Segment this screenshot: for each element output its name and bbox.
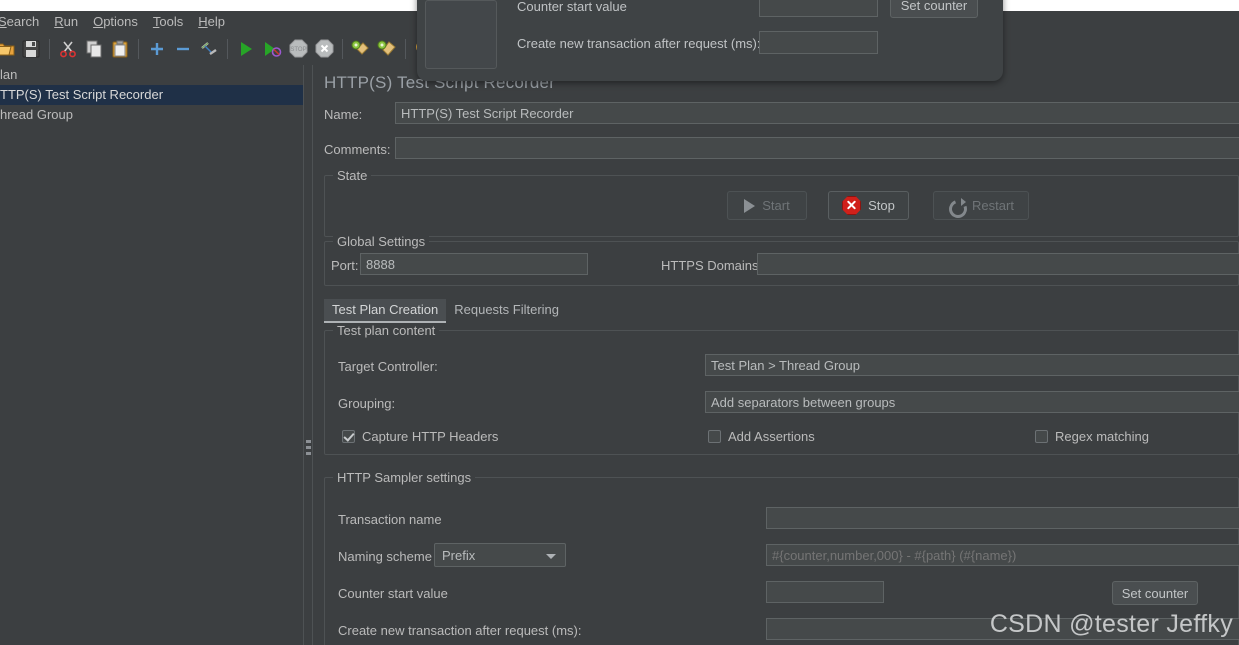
- expand-all-icon[interactable]: [144, 36, 170, 62]
- stop-octagon-icon: [842, 196, 862, 215]
- stop-icon[interactable]: STOP: [285, 36, 311, 62]
- port-input[interactable]: [360, 253, 588, 275]
- port-label: Port:: [331, 258, 359, 273]
- popup-create-new-transaction-label: Create new transaction after request (ms…: [517, 36, 761, 51]
- menu-label-tools: ools: [159, 14, 184, 29]
- tab-requests-filtering[interactable]: Requests Filtering: [446, 299, 567, 323]
- paste-icon[interactable]: [107, 36, 133, 62]
- toolbar-separator: [342, 38, 343, 59]
- start-button[interactable]: Start: [727, 191, 807, 220]
- menu-item-search[interactable]: Search: [0, 12, 47, 31]
- checkbox-box: [1035, 430, 1048, 443]
- toolbar-separator: [227, 38, 228, 59]
- floating-recorder-popup: Counter start value Set counter Create n…: [417, 0, 1003, 81]
- naming-scheme-label: Naming scheme: [338, 549, 432, 564]
- tab-test-plan-creation[interactable]: Test Plan Creation: [324, 299, 447, 323]
- test-plan-tree: lan TTP(S) Test Script Recorder hread Gr…: [0, 65, 303, 645]
- create-new-transaction-input[interactable]: [766, 618, 1239, 640]
- tree-item-test-plan[interactable]: lan: [0, 65, 303, 85]
- global-settings-group-title: Global Settings: [333, 234, 430, 249]
- save-icon[interactable]: [18, 36, 44, 62]
- naming-scheme-value: Prefix: [442, 547, 476, 563]
- menu-label-help: elp: [207, 14, 225, 29]
- splitter-grip: [306, 440, 311, 458]
- http-sampler-settings-group-title: HTTP Sampler settings: [333, 470, 476, 485]
- popup-counter-start-value-label: Counter start value: [517, 0, 627, 14]
- clear-icon[interactable]: [348, 36, 374, 62]
- comments-input[interactable]: [395, 137, 1239, 159]
- copy-icon[interactable]: [81, 36, 107, 62]
- restart-button-label: Restart: [972, 198, 1014, 213]
- test-plan-content-group-title: Test plan content: [333, 323, 440, 338]
- menu-item-run[interactable]: Run: [47, 12, 86, 31]
- popup-counter-start-value-input[interactable]: [759, 0, 878, 17]
- add-assertions-label: Add Assertions: [728, 429, 815, 444]
- menu-item-tools[interactable]: Tools: [146, 12, 191, 31]
- svg-text:STOP: STOP: [290, 47, 306, 53]
- target-controller-input[interactable]: [705, 354, 1239, 376]
- menu-label-search: earch: [6, 14, 40, 29]
- stop-button-label: Stop: [868, 198, 895, 213]
- menu-item-options[interactable]: Options: [86, 12, 146, 31]
- tree-item-http-test-script-recorder[interactable]: TTP(S) Test Script Recorder: [0, 85, 303, 105]
- regex-matching-label: Regex matching: [1055, 429, 1149, 444]
- https-domains-input[interactable]: [757, 253, 1239, 275]
- toolbar-separator: [138, 38, 139, 59]
- recorder-tabs: Test Plan Creation Requests Filtering: [324, 299, 1239, 323]
- counter-start-value-input[interactable]: [766, 581, 884, 603]
- start-button-label: Start: [762, 198, 790, 213]
- naming-pattern-input[interactable]: [766, 544, 1239, 566]
- name-input[interactable]: [395, 102, 1239, 124]
- jmeter-window: Search Run Options Tools Help STOP lan T…: [0, 0, 1239, 645]
- menu-label-run: un: [63, 14, 79, 29]
- menu-item-help[interactable]: Help: [191, 12, 233, 31]
- transaction-name-input[interactable]: [766, 507, 1239, 529]
- stop-button[interactable]: Stop: [828, 191, 909, 220]
- restart-button[interactable]: Restart: [933, 191, 1029, 220]
- popup-create-new-transaction-input[interactable]: [759, 31, 878, 54]
- toolbar-separator: [405, 38, 406, 59]
- grouping-label: Grouping:: [338, 396, 396, 411]
- toolbar-separator: [49, 38, 50, 59]
- collapse-all-icon[interactable]: [170, 36, 196, 62]
- checkbox-box: [708, 430, 721, 443]
- shutdown-icon[interactable]: [311, 36, 337, 62]
- capture-http-headers-checkbox[interactable]: Capture HTTP Headers: [342, 429, 498, 444]
- create-new-transaction-label: Create new transaction after request (ms…: [338, 623, 582, 638]
- panel-splitter[interactable]: [303, 65, 313, 645]
- toggle-icon[interactable]: [196, 36, 222, 62]
- https-domains-label: HTTPS Domains:: [661, 258, 763, 273]
- chevron-down-icon: [546, 554, 556, 559]
- recorder-config-panel: HTTP(S) Test Script Recorder Name: Comme…: [313, 65, 1239, 645]
- popup-set-counter-button[interactable]: Set counter: [890, 0, 978, 18]
- capture-http-headers-label: Capture HTTP Headers: [362, 429, 499, 444]
- checkbox-box: [342, 430, 355, 443]
- play-icon: [744, 198, 756, 213]
- menu-label-options: ptions: [103, 14, 138, 29]
- counter-start-value-label: Counter start value: [338, 586, 448, 601]
- regex-matching-checkbox[interactable]: Regex matching: [1035, 429, 1149, 444]
- start-icon[interactable]: [233, 36, 259, 62]
- target-controller-label: Target Controller:: [338, 359, 438, 374]
- naming-scheme-select[interactable]: Prefix: [434, 543, 566, 567]
- start-no-timers-icon[interactable]: [259, 36, 285, 62]
- set-counter-button[interactable]: Set counter: [1112, 581, 1198, 605]
- tree-item-thread-group[interactable]: hread Group: [0, 105, 303, 125]
- grouping-input[interactable]: [705, 391, 1239, 413]
- name-label: Name:: [324, 107, 363, 122]
- state-group-title: State: [333, 168, 372, 183]
- add-assertions-checkbox[interactable]: Add Assertions: [708, 429, 815, 444]
- restart-icon: [948, 197, 967, 214]
- comments-label: Comments:: [324, 142, 391, 157]
- cut-icon[interactable]: [55, 36, 81, 62]
- clear-all-icon[interactable]: [374, 36, 400, 62]
- transaction-name-label: Transaction name: [338, 512, 442, 527]
- popup-side-panel: [425, 0, 497, 69]
- open-icon[interactable]: [0, 36, 18, 62]
